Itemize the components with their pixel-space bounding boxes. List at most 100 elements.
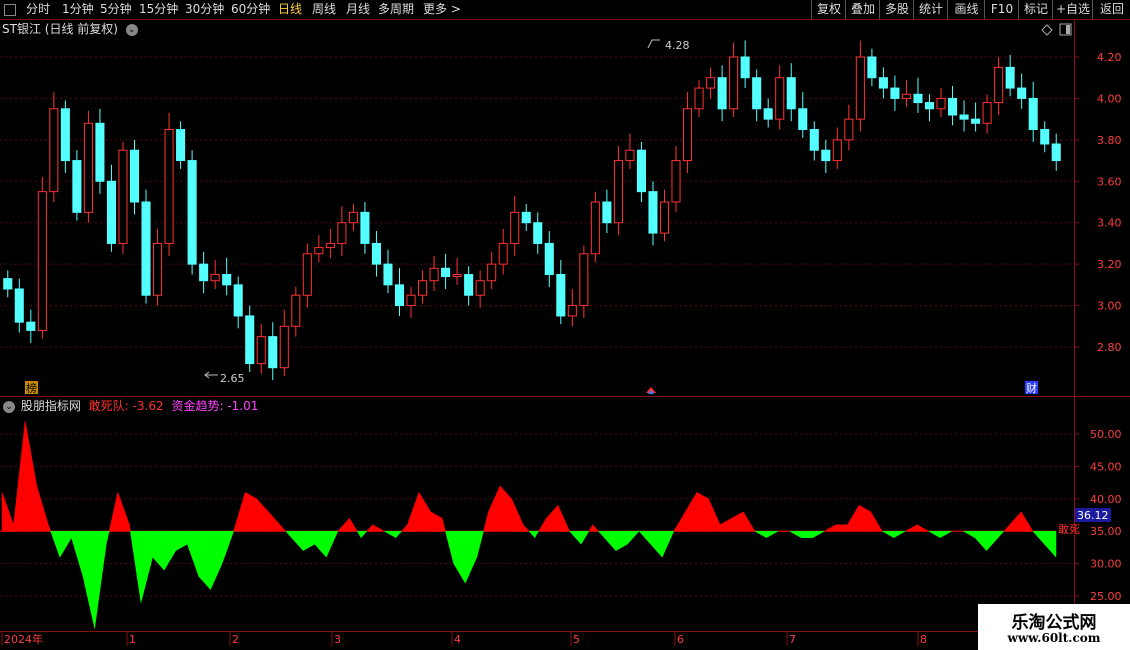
multi-stock-button[interactable]: 多股 bbox=[879, 0, 914, 19]
price-tick-label: 4.20 bbox=[1097, 51, 1122, 64]
indicator-negative-area bbox=[50, 530, 61, 558]
indicator-negative-area bbox=[528, 530, 536, 539]
price-tick-label: 2.80 bbox=[1097, 341, 1122, 354]
indicator-positive-area bbox=[483, 511, 489, 532]
candlestick bbox=[867, 48, 877, 86]
menu-icon[interactable] bbox=[4, 4, 16, 16]
line1-value: -3.62 bbox=[132, 399, 164, 413]
indicator-negative-area bbox=[1044, 530, 1057, 558]
indicator-negative-area bbox=[476, 530, 484, 558]
candlestick bbox=[452, 257, 462, 285]
candlestick bbox=[832, 127, 842, 169]
candlestick bbox=[959, 100, 969, 132]
x-axis-label: 6 bbox=[677, 633, 684, 646]
period-tab-5min[interactable]: 5分钟 bbox=[100, 1, 132, 18]
indicator-positive-area bbox=[441, 518, 446, 532]
period-tab-monthly[interactable]: 月线 bbox=[346, 1, 370, 18]
period-tab-15min[interactable]: 15分钟 bbox=[139, 1, 178, 18]
candlestick bbox=[72, 150, 82, 221]
candlestick bbox=[521, 204, 531, 231]
candlestick bbox=[855, 40, 865, 132]
chevron-down-icon[interactable]: ⌄ bbox=[125, 23, 138, 36]
indicator-negative-area bbox=[962, 530, 976, 539]
period-tab-weekly[interactable]: 周线 bbox=[312, 1, 336, 18]
indicator-negative-area bbox=[302, 530, 315, 552]
candlestick bbox=[153, 228, 163, 306]
indicator-positive-area bbox=[511, 498, 524, 532]
diamond-icon[interactable] bbox=[1041, 24, 1053, 36]
draw-line-button[interactable]: 画线 bbox=[947, 0, 985, 19]
chart-title-row: ST银江 (日线 前复权) ⌄ bbox=[2, 21, 138, 37]
candlestick bbox=[325, 228, 335, 258]
indicator-tick-label: 40.00 bbox=[1090, 493, 1122, 506]
add-favorite-button[interactable]: +自选 bbox=[1052, 0, 1093, 19]
candlestick bbox=[441, 253, 451, 289]
indicator-negative-area bbox=[615, 530, 628, 552]
x-axis-label: 8 bbox=[920, 633, 927, 646]
candlestick bbox=[394, 268, 405, 316]
candlestick bbox=[106, 164, 116, 252]
indicator-positive-area bbox=[372, 524, 386, 532]
period-tab-fenshi[interactable]: 分时 bbox=[26, 1, 50, 18]
indicator-positive-area bbox=[233, 492, 246, 532]
stock-title: ST银江 (日线 前复权) bbox=[2, 22, 118, 36]
finance-badge[interactable]: 财 bbox=[1025, 381, 1038, 395]
indicator-negative-area bbox=[465, 530, 478, 584]
stats-button[interactable]: 统计 bbox=[913, 0, 948, 19]
indicator-negative-area bbox=[534, 530, 540, 539]
event-marker-icon[interactable] bbox=[646, 387, 656, 394]
indicator-positive-area bbox=[418, 491, 431, 532]
candlestick bbox=[567, 289, 577, 327]
indicator-positive-area bbox=[538, 517, 547, 532]
indicator-positive-area bbox=[823, 524, 837, 532]
indicator-tick-label: 45.00 bbox=[1090, 460, 1122, 473]
indicator-negative-area bbox=[661, 530, 675, 558]
chevron-down-icon[interactable]: ⌄ bbox=[3, 400, 15, 413]
mark-button[interactable]: 标记 bbox=[1018, 0, 1053, 19]
watermark-logo-text: 乐淘公式网 bbox=[1011, 613, 1097, 633]
candlestick bbox=[498, 228, 508, 275]
rank-badge[interactable]: 榜 bbox=[25, 381, 38, 395]
f10-button[interactable]: F10 bbox=[984, 0, 1019, 19]
indicator-negative-area bbox=[360, 530, 368, 539]
x-axis-label: 7 bbox=[789, 633, 796, 646]
period-tab-60min[interactable]: 60分钟 bbox=[231, 1, 270, 18]
x-axis-label: 2024年 bbox=[4, 632, 43, 646]
indicator-side-label: 敢死 bbox=[1058, 522, 1080, 536]
candlestick bbox=[1028, 81, 1038, 142]
indicator-negative-area bbox=[1032, 530, 1045, 545]
indicator-negative-area bbox=[94, 530, 107, 629]
line1-label: 敢死队: bbox=[88, 399, 129, 413]
indicator-positive-area bbox=[268, 511, 281, 532]
indicator-negative-area bbox=[800, 530, 814, 538]
overlay-button[interactable]: 叠加 bbox=[845, 0, 880, 19]
indicator-negative-area bbox=[152, 530, 165, 571]
period-toolbar: 分时 1分钟 5分钟 15分钟 30分钟 60分钟 日线 周线 月线 多周期 更… bbox=[0, 0, 1130, 20]
candlestick bbox=[222, 257, 232, 296]
indicator-positive-area bbox=[557, 505, 570, 532]
price-tick-label: 3.00 bbox=[1097, 300, 1122, 313]
candlestick bbox=[129, 139, 140, 215]
price-tick-label: 3.80 bbox=[1097, 134, 1122, 147]
period-tab-1min[interactable]: 1分钟 bbox=[62, 1, 94, 18]
indicator-positive-area bbox=[696, 491, 709, 532]
indicator-positive-area bbox=[337, 517, 350, 532]
back-button[interactable]: 返回 bbox=[1092, 0, 1130, 19]
indicator-positive-area bbox=[904, 524, 918, 532]
period-tab-30min[interactable]: 30分钟 bbox=[185, 1, 224, 18]
candlestick bbox=[636, 141, 646, 202]
indicator-negative-area bbox=[638, 530, 651, 545]
indicator-negative-area bbox=[453, 530, 466, 584]
candlestick bbox=[971, 102, 981, 132]
period-tab-multi[interactable]: 多周期 bbox=[378, 1, 414, 18]
indicator-positive-area bbox=[743, 510, 756, 532]
indicator-negative-area bbox=[445, 530, 454, 564]
indicator-negative-area bbox=[650, 530, 663, 558]
panel-icon[interactable] bbox=[1059, 23, 1072, 36]
period-tab-daily[interactable]: 日线 bbox=[278, 1, 302, 18]
period-tab-more[interactable]: 更多 > bbox=[423, 1, 461, 18]
fuquan-button[interactable]: 复权 bbox=[811, 0, 846, 19]
candlestick bbox=[625, 133, 635, 169]
indicator-negative-area bbox=[163, 530, 176, 571]
indicator-negative-area bbox=[986, 530, 999, 552]
